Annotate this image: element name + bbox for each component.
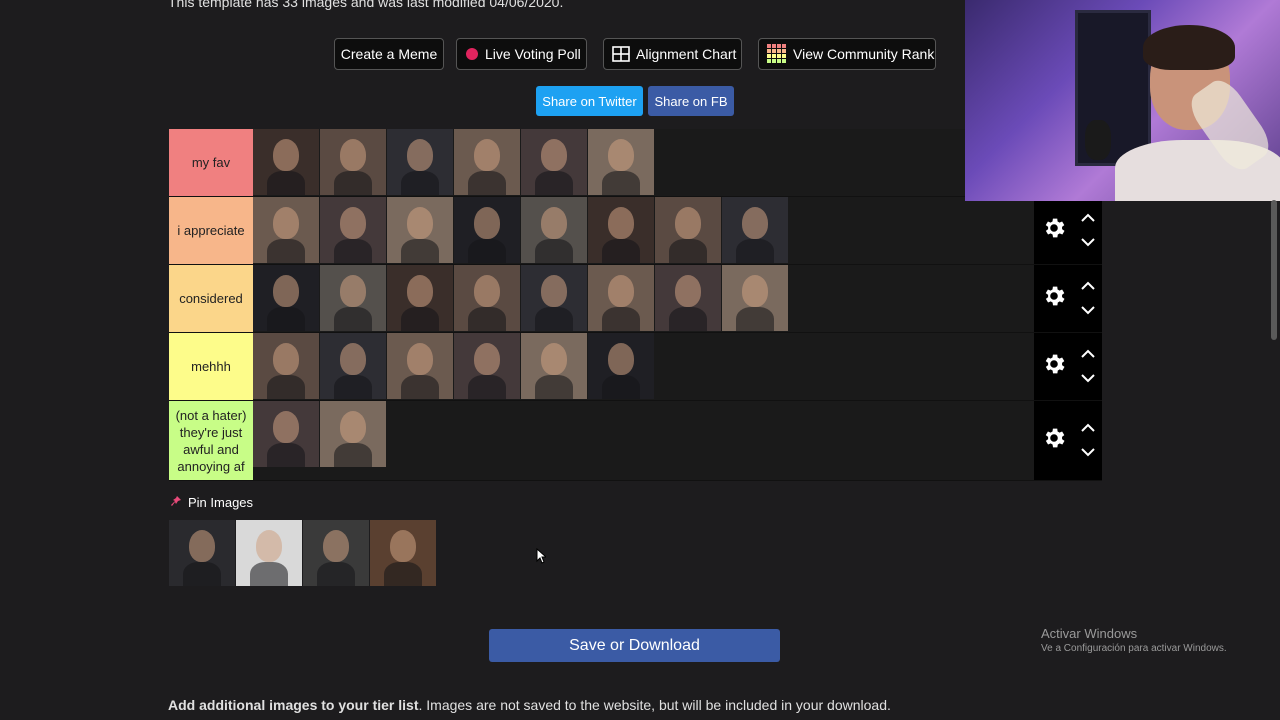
chevron-up-icon[interactable]: [1080, 210, 1096, 228]
alignment-chart-button[interactable]: Alignment Chart: [603, 38, 742, 70]
alignment-chart-label: Alignment Chart: [636, 46, 737, 62]
save-or-download-label: Save or Download: [569, 636, 700, 654]
live-voting-poll-button[interactable]: Live Voting Poll: [456, 38, 587, 70]
view-community-rank-label: View Community Rank: [793, 46, 935, 62]
gear-icon[interactable]: [1041, 351, 1067, 382]
tier-image-tile[interactable]: [521, 333, 587, 399]
tier-items[interactable]: [253, 333, 1034, 400]
tier-controls: [1034, 333, 1102, 400]
create-meme-button[interactable]: Create a Meme: [334, 38, 444, 70]
chevron-up-icon[interactable]: [1080, 278, 1096, 296]
pin-images-header[interactable]: Pin Images: [170, 495, 253, 510]
tier-image-tile[interactable]: [387, 197, 453, 263]
tier-label[interactable]: my fav: [169, 129, 253, 196]
tier-image-tile[interactable]: [320, 401, 386, 467]
tier-image-tile[interactable]: [588, 265, 654, 331]
chevron-down-icon[interactable]: [1080, 302, 1096, 320]
tier-image-tile[interactable]: [253, 265, 319, 331]
tier-image-tile[interactable]: [588, 129, 654, 195]
add-images-note-bold: Add additional images to your tier list: [168, 697, 419, 713]
tier-label[interactable]: i appreciate: [169, 197, 253, 264]
share-facebook-button[interactable]: Share on FB: [648, 86, 734, 116]
tier-image-tile[interactable]: [454, 333, 520, 399]
tier-label[interactable]: considered: [169, 265, 253, 332]
live-voting-poll-label: Live Voting Poll: [485, 46, 581, 62]
pin-images-label: Pin Images: [188, 495, 254, 510]
tier-image-tile[interactable]: [588, 333, 654, 399]
tier-grid-icon: [767, 44, 787, 64]
chevron-down-icon[interactable]: [1080, 370, 1096, 388]
create-meme-label: Create a Meme: [340, 46, 438, 62]
tier-image-tile[interactable]: [253, 197, 319, 263]
tier-list: my fav i appreciate considered mehhh (not a …: [169, 129, 1102, 481]
tier-image-tile[interactable]: [588, 197, 654, 263]
tier-image-tile[interactable]: [387, 129, 453, 195]
tier-row: mehhh: [169, 333, 1102, 401]
tier-items[interactable]: [253, 197, 1034, 264]
tier-label[interactable]: (not a hater) they're just awful and ann…: [169, 401, 253, 480]
tier-image-tile[interactable]: [320, 333, 386, 399]
tier-label[interactable]: mehhh: [169, 333, 253, 400]
tier-row: i appreciate: [169, 197, 1102, 265]
tier-image-tile[interactable]: [454, 265, 520, 331]
page-scrollbar[interactable]: [1271, 200, 1277, 340]
tier-controls: [1034, 265, 1102, 332]
tier-image-tile[interactable]: [320, 129, 386, 195]
tier-image-tile[interactable]: [655, 265, 721, 331]
tier-items[interactable]: [253, 401, 1034, 480]
microphone: [1085, 120, 1111, 160]
gear-icon[interactable]: [1041, 215, 1067, 246]
tier-image-tile[interactable]: [253, 333, 319, 399]
tier-image-tile[interactable]: [655, 197, 721, 263]
save-or-download-button[interactable]: Save or Download: [489, 629, 780, 662]
tier-image-tile[interactable]: [253, 129, 319, 195]
pinned-image-tile[interactable]: [169, 520, 235, 586]
template-info-text: This template has 33 images and was last…: [168, 0, 564, 10]
tier-image-tile[interactable]: [320, 197, 386, 263]
activate-windows-watermark: Activar Windows Ve a Configuración para …: [1041, 626, 1227, 654]
tier-row: my fav: [169, 129, 1102, 197]
tier-row: considered: [169, 265, 1102, 333]
pinned-image-tile[interactable]: [236, 520, 302, 586]
webcam-person-hair: [1143, 25, 1235, 70]
gear-icon[interactable]: [1041, 283, 1067, 314]
tier-image-tile[interactable]: [387, 333, 453, 399]
pinned-image-tile[interactable]: [303, 520, 369, 586]
mouse-cursor-icon: [536, 547, 548, 569]
tier-image-tile[interactable]: [521, 265, 587, 331]
tier-image-tile[interactable]: [387, 265, 453, 331]
tier-items[interactable]: [253, 265, 1034, 332]
tier-image-tile[interactable]: [521, 197, 587, 263]
tier-image-tile[interactable]: [454, 197, 520, 263]
chevron-up-icon[interactable]: [1080, 346, 1096, 364]
add-images-note-rest: . Images are not saved to the website, b…: [418, 697, 891, 713]
gear-icon[interactable]: [1041, 425, 1067, 456]
add-images-note: Add additional images to your tier list.…: [168, 697, 891, 713]
tier-row: (not a hater) they're just awful and ann…: [169, 401, 1102, 481]
record-dot-icon: [465, 47, 479, 61]
webcam-overlay: [965, 0, 1280, 201]
share-twitter-label: Share on Twitter: [542, 93, 637, 109]
tier-image-tile[interactable]: [722, 265, 788, 331]
tier-image-tile[interactable]: [722, 197, 788, 263]
tier-controls: [1034, 197, 1102, 264]
grid-icon: [612, 46, 630, 62]
tier-controls: [1034, 401, 1102, 480]
tier-image-tile[interactable]: [454, 129, 520, 195]
view-community-rank-button[interactable]: View Community Rank: [758, 38, 936, 70]
share-twitter-button[interactable]: Share on Twitter: [536, 86, 643, 116]
share-facebook-label: Share on FB: [654, 93, 728, 109]
chevron-down-icon[interactable]: [1080, 444, 1096, 462]
pinned-images-row: [169, 520, 437, 586]
activate-windows-subtitle: Ve a Configuración para activar Windows.: [1041, 643, 1227, 654]
chevron-up-icon[interactable]: [1080, 420, 1096, 438]
tier-image-tile[interactable]: [320, 265, 386, 331]
chevron-down-icon[interactable]: [1080, 234, 1096, 252]
activate-windows-title: Activar Windows: [1041, 626, 1138, 641]
tier-image-tile[interactable]: [253, 401, 319, 467]
pushpin-icon: [170, 495, 182, 510]
pinned-image-tile[interactable]: [370, 520, 436, 586]
tier-image-tile[interactable]: [521, 129, 587, 195]
